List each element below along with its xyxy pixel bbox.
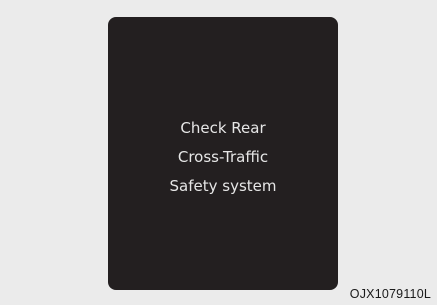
figure-code-label: OJX1079110L bbox=[349, 287, 431, 301]
cluster-display-panel: Check Rear Cross-Traffic Safety system bbox=[108, 17, 338, 290]
warning-message: Check Rear Cross-Traffic Safety system bbox=[108, 114, 338, 201]
warning-message-line-3: Safety system bbox=[169, 177, 277, 195]
warning-message-line-1: Check Rear bbox=[180, 119, 266, 137]
warning-message-line-2: Cross-Traffic bbox=[177, 148, 269, 166]
